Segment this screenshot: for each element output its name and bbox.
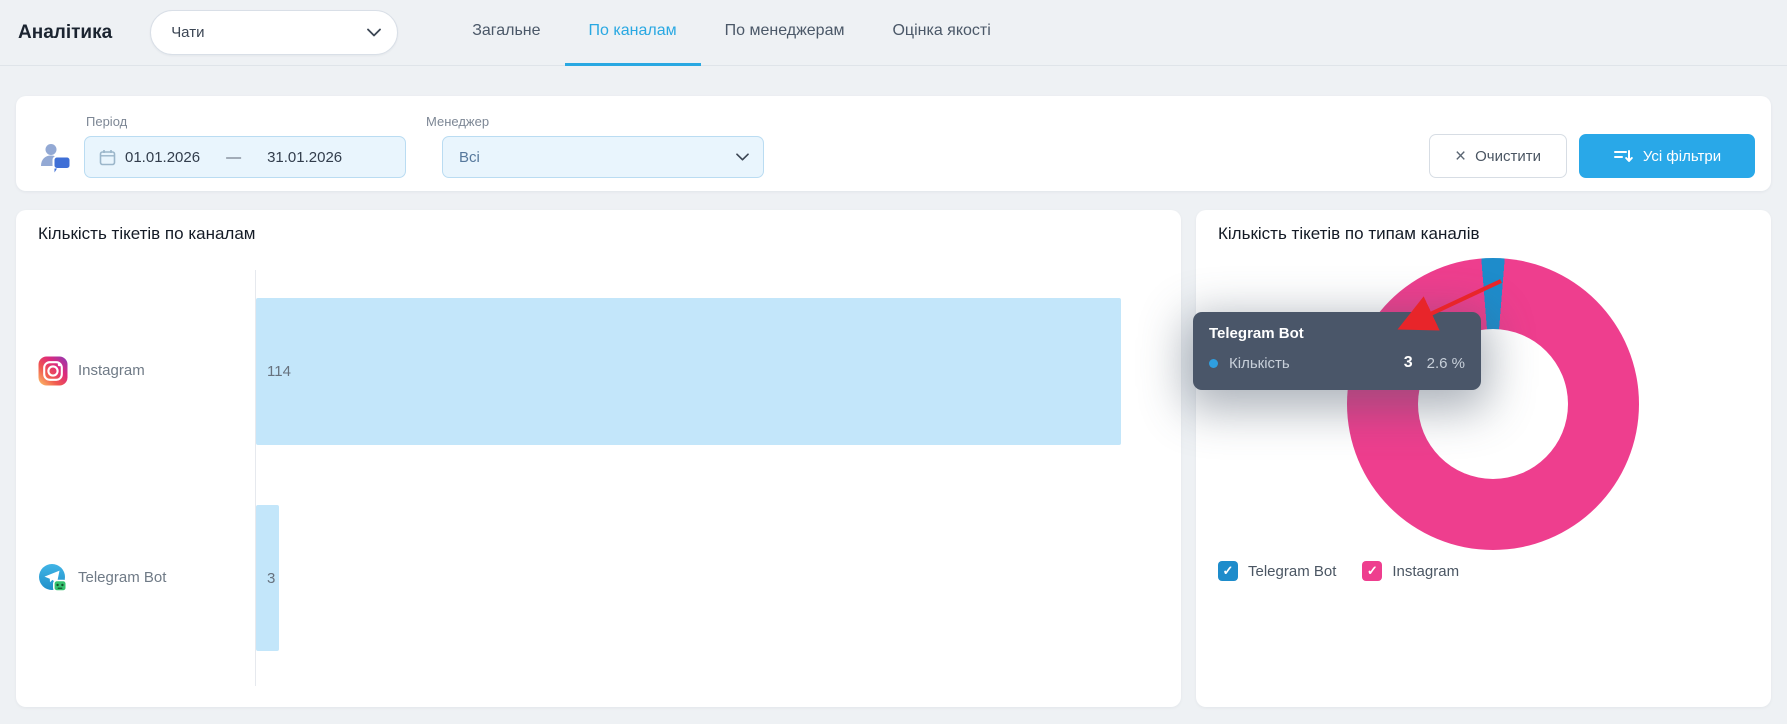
checkbox-checked-icon[interactable] [1218,561,1238,581]
donut-chart-card: Кількість тікетів по типам каналів Teleg… [1196,210,1771,707]
tooltip-value: 3 [1404,354,1413,372]
date-range-input[interactable]: 01.01.2026 — 31.01.2026 [84,136,406,178]
instagram-icon [38,356,68,386]
bar-telegram-bot[interactable]: 3 [256,505,279,651]
tooltip-row: Кількість 3 2.6 % [1209,354,1465,372]
manager-select[interactable]: Всі [442,136,764,178]
all-filters-label: Усі фільтри [1643,148,1721,165]
calendar-icon [99,149,116,166]
section-select[interactable]: Чати [150,10,398,55]
donut-chart-title: Кількість тікетів по типам каналів [1218,224,1480,244]
tooltip-percent: 2.6 % [1427,355,1465,372]
date-from-value: 01.01.2026 [125,149,200,166]
chevron-down-icon [367,28,381,37]
filter-sort-icon [1613,147,1633,165]
clear-filters-label: Очистити [1475,148,1541,165]
all-filters-button[interactable]: Усі фільтри [1579,134,1755,178]
tab-by-managers[interactable]: По менеджерам [701,0,869,66]
manager-label: Менеджер [426,114,764,129]
date-range-separator: — [226,149,241,166]
chevron-down-icon [736,153,749,161]
period-filter: Період 01.01.2026 — 31.01.2026 [84,114,406,178]
tooltip-metric-label: Кількість [1229,355,1404,372]
donut-chart[interactable] [1347,258,1639,550]
tab-quality-score[interactable]: Оцінка якості [868,0,1014,66]
bar-chart-title: Кількість тікетів по каналам [38,224,256,244]
bar-category-label: Telegram Bot [78,569,166,586]
date-to-value: 31.01.2026 [267,149,342,166]
manager-select-value: Всі [459,149,736,166]
chart-legend: Telegram Bot Instagram [1218,561,1459,581]
bar-value-label: 114 [267,363,291,380]
section-select-value: Чати [171,24,367,41]
filter-bar: Період 01.01.2026 — 31.01.2026 Менеджер … [16,96,1771,191]
tooltip-title: Telegram Bot [1209,325,1465,342]
tab-bar: Загальне По каналам По менеджерам Оцінка… [448,0,1015,66]
period-label: Період [86,114,406,129]
legend-item-telegram-bot[interactable]: Telegram Bot [1218,561,1336,581]
bar-chart-card: Кількість тікетів по каналам Instagram 1… [16,210,1181,707]
bar-instagram[interactable]: 114 [256,298,1121,445]
bar-category-label: Instagram [78,362,145,379]
tab-by-channels[interactable]: По каналам [565,0,701,66]
person-chat-icon [36,136,76,178]
series-dot-icon [1209,359,1218,368]
close-icon: × [1455,147,1466,166]
tab-general[interactable]: Загальне [448,0,564,66]
legend-item-instagram[interactable]: Instagram [1362,561,1459,581]
page-title: Аналітика [18,22,112,44]
legend-label: Instagram [1392,563,1459,580]
manager-filter: Менеджер Всі [424,114,764,178]
telegram-bot-icon [38,563,68,593]
legend-label: Telegram Bot [1248,563,1336,580]
analytics-page: Аналітика Чати Загальне По каналам По ме… [0,0,1787,724]
chart-tooltip: Telegram Bot Кількість 3 2.6 % [1193,312,1481,390]
clear-filters-button[interactable]: × Очистити [1429,134,1567,178]
bar-value-label: 3 [267,570,275,587]
top-bar: Аналітика Чати Загальне По каналам По ме… [0,0,1787,66]
filter-actions: × Очистити Усі фільтри [1429,134,1755,178]
checkbox-checked-icon[interactable] [1362,561,1382,581]
